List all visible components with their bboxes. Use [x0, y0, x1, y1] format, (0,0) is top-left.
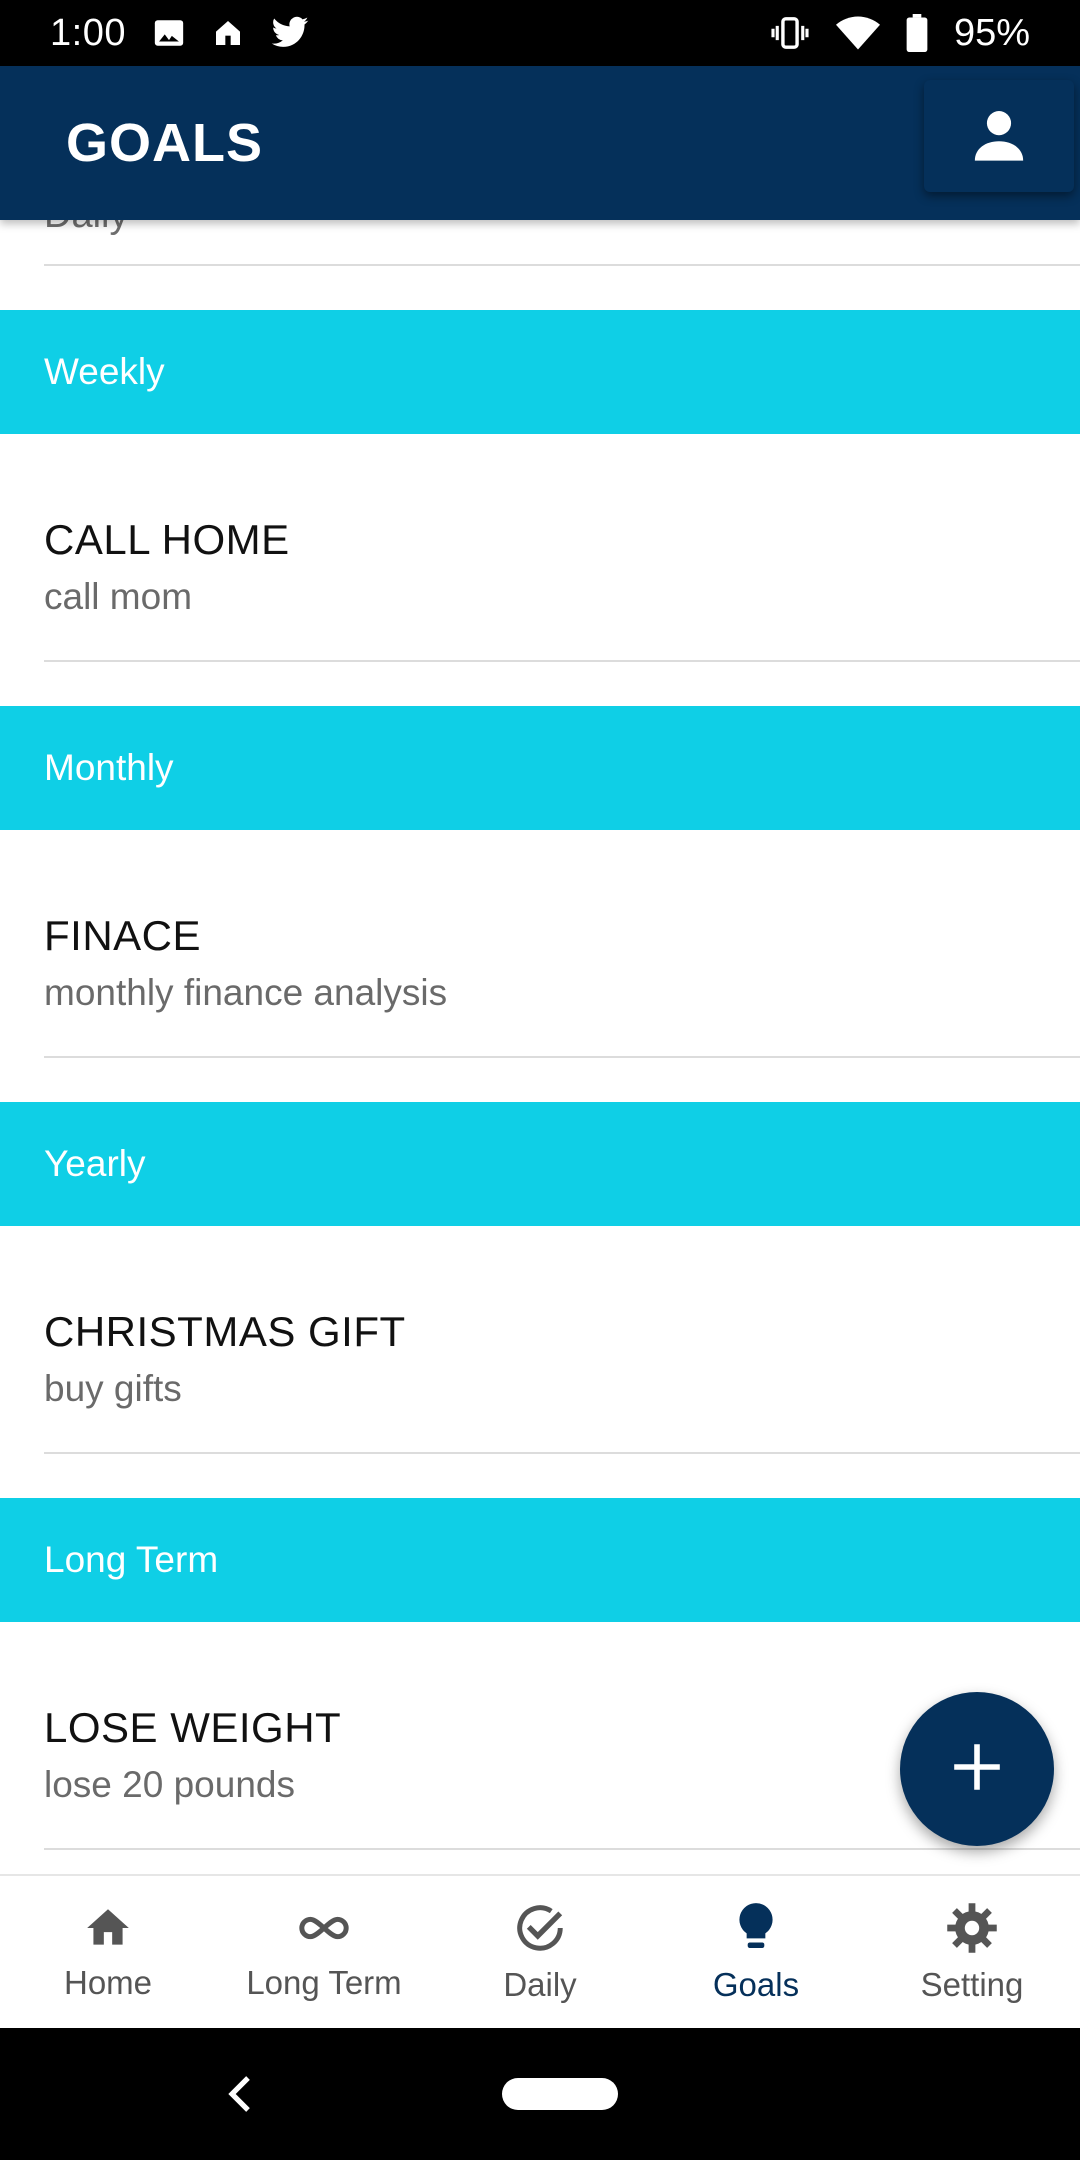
status-right: 95% — [770, 12, 1030, 55]
battery-icon — [906, 14, 928, 52]
wifi-icon — [835, 16, 880, 50]
section-header-weekly: Weekly — [0, 310, 1080, 434]
nav-item-long-term[interactable]: Long Term — [216, 1876, 432, 2028]
nav-label: Home — [63, 1963, 153, 2001]
section-header-label: Weekly — [44, 351, 165, 392]
system-navigation-bar — [0, 2028, 1080, 2160]
nav-item-setting[interactable]: Setting — [864, 1876, 1080, 2028]
lightbulb-icon — [731, 1901, 781, 1960]
profile-button[interactable] — [924, 80, 1074, 192]
vibrate-icon — [770, 16, 810, 50]
goal-subtitle: lose 20 pounds — [44, 1764, 295, 1805]
section-header-long-term: Long Term — [0, 1498, 1080, 1622]
nav-item-home[interactable]: Home — [0, 1876, 216, 2028]
divider — [44, 660, 1080, 662]
goal-title: CHRISTMAS GIFT — [44, 1308, 406, 1355]
app-bar: GOALS — [0, 66, 1080, 220]
add-goal-button[interactable] — [900, 1692, 1054, 1846]
list-item[interactable]: CHRISTMAS GIFT buy gifts — [0, 1226, 1080, 1454]
infinity-icon — [297, 1903, 351, 1958]
goal-title: FINACE — [44, 912, 202, 959]
section-header-yearly: Yearly — [0, 1102, 1080, 1226]
section-header-label: Yearly — [44, 1143, 146, 1184]
nav-label: Setting — [920, 1965, 1024, 2003]
image-icon — [152, 16, 186, 50]
section-header-monthly: Monthly — [0, 706, 1080, 830]
goal-subtitle: buy gifts — [44, 1368, 182, 1409]
gear-icon — [945, 1901, 999, 1960]
page-title: GOALS — [66, 113, 264, 173]
back-icon[interactable] — [228, 2074, 252, 2119]
goal-subtitle: monthly finance analysis — [44, 972, 448, 1013]
nav-item-goals[interactable]: Goals — [648, 1876, 864, 2028]
nav-label: Goals — [712, 1965, 800, 2003]
divider — [44, 1056, 1080, 1058]
goals-list: Daily Weekly CALL HOME call mom Monthly … — [0, 194, 1080, 1850]
goal-subtitle: call mom — [44, 576, 193, 617]
check-circle-icon — [513, 1901, 567, 1960]
nav-label: Daily — [503, 1965, 577, 2003]
list-item[interactable]: CALL HOME call mom — [0, 434, 1080, 662]
battery-percent: 95% — [953, 11, 1030, 54]
home-notif-icon — [212, 17, 244, 49]
goals-screen: 1:00 95% GOALS Weekly CALL HOME call mom… — [0, 0, 1080, 2160]
home-pill-button[interactable] — [502, 2078, 618, 2110]
goal-title: CALL HOME — [44, 516, 290, 563]
nav-item-daily[interactable]: Daily — [432, 1876, 648, 2028]
nav-label: Long Term — [246, 1963, 402, 2001]
status-time: 1:00 — [50, 11, 126, 54]
status-bar: 1:00 95% — [0, 0, 1080, 66]
section-header-label: Long Term — [44, 1539, 219, 1580]
twitter-icon — [270, 16, 310, 50]
plus-icon — [953, 1743, 1001, 1796]
list-item[interactable]: FINACE monthly finance analysis — [0, 830, 1080, 1058]
home-icon — [83, 1903, 133, 1958]
divider — [44, 264, 1080, 266]
status-left: 1:00 — [50, 12, 310, 55]
bottom-navigation: Home Long Term Daily Goals Setting — [0, 1874, 1080, 2028]
person-icon — [970, 105, 1028, 168]
list-item[interactable]: Daily — [0, 194, 1080, 266]
divider — [44, 1848, 1080, 1850]
goal-title: LOSE WEIGHT — [44, 1704, 342, 1751]
divider — [44, 1452, 1080, 1454]
section-header-label: Monthly — [44, 747, 174, 788]
